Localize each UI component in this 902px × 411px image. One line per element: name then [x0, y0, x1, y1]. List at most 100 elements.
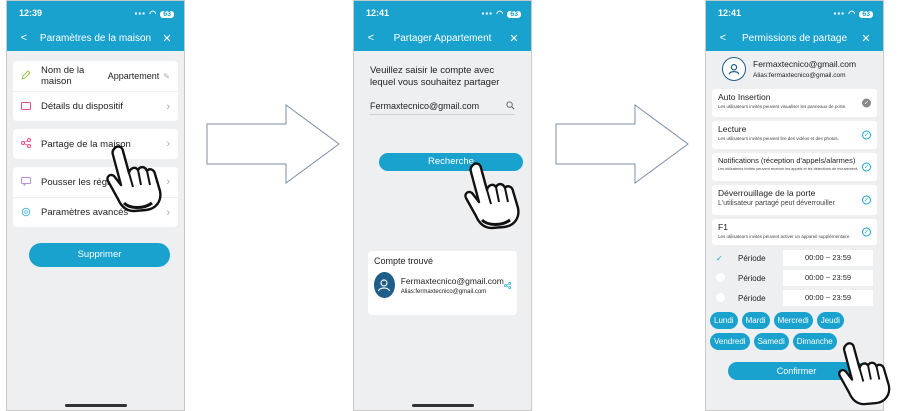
period-label: Période	[738, 273, 766, 283]
permission-f1[interactable]: F1 Les utilisateurs invités peuvent acti…	[712, 219, 877, 245]
signal-wifi-icon: ▪▪▪ ◠	[481, 9, 505, 18]
period-row[interactable]: Période 00:00 ~ 23:59	[712, 288, 877, 308]
message-icon	[21, 176, 35, 188]
permission-desc: Les utilisateurs invités peuvent recevoi…	[718, 167, 859, 171]
page-title: Paramètres de la maison	[39, 32, 152, 44]
battery-icon: 63	[160, 11, 174, 18]
settings-icon	[21, 207, 35, 219]
permission-notifications[interactable]: Notifications (réception d'appels/alarme…	[712, 153, 877, 181]
day-wednesday[interactable]: Mercredi	[773, 312, 813, 329]
shared-user-text: Fermaxtecnico@gmail.com Alias:fermaxtecn…	[753, 59, 856, 79]
status-time: 12:41	[718, 8, 742, 18]
share-icon	[21, 138, 35, 150]
share-prompt: Veuillez saisir le compte avec lequel vo…	[370, 65, 500, 88]
day-tuesday[interactable]: Mardi	[741, 312, 770, 329]
check-disabled-icon: ✓	[862, 98, 871, 108]
period-label: Période	[738, 253, 766, 263]
found-alias: Alias:fermaxtecnico@gmail.com	[400, 288, 487, 295]
permission-title: Auto Insertion	[718, 92, 771, 102]
found-account-text: Fermaxtecnico@gmail.com Alias:fermaxtecn…	[401, 276, 504, 295]
status-bar: 12:41 ▪▪▪ ◠ 63	[354, 1, 531, 25]
back-button[interactable]: <	[716, 32, 730, 44]
home-name-row[interactable]: Nom de la maison Appartement ✎	[13, 61, 178, 91]
close-button[interactable]: ✕	[859, 32, 873, 45]
top-bar: 12:39 ▪▪▪ ◠ 63 < Paramètres de la maison …	[7, 1, 184, 51]
signal-wifi-icon: ▪▪▪ ◠	[134, 9, 158, 18]
arrow-right-icon	[555, 104, 689, 184]
arrow-right-icon	[206, 104, 340, 184]
permission-desc: Les utilisateurs invités peuvent visuali…	[718, 104, 847, 109]
status-bar: 12:39 ▪▪▪ ◠ 63	[7, 1, 184, 25]
close-button[interactable]: ✕	[160, 32, 174, 45]
back-button[interactable]: <	[364, 32, 378, 44]
day-saturday[interactable]: Samedi	[753, 333, 789, 350]
period-time[interactable]: 00:00 ~ 23:59	[783, 270, 873, 286]
delete-button[interactable]: Supprimer	[29, 243, 170, 267]
edit-pencil-icon[interactable]: ✎	[163, 72, 170, 81]
check-icon[interactable]: ✓	[862, 227, 871, 237]
back-button[interactable]: <	[17, 32, 31, 44]
pointing-hand-icon	[838, 342, 891, 406]
shared-user-alias: Alias:fermaxtecnico@gmail.com	[753, 72, 846, 79]
home-indicator	[64, 404, 127, 407]
email-input[interactable]: Fermaxtecnico@gmail.com	[370, 97, 515, 115]
signal-wifi-icon: ▪▪▪ ◠	[833, 9, 857, 18]
device-icon	[21, 101, 35, 112]
device-details-row[interactable]: Détails du dispositif ›	[13, 91, 178, 121]
found-email: Fermaxtecnico@gmail.com	[400, 275, 504, 286]
found-account-row[interactable]: Fermaxtecnico@gmail.com Alias:fermaxtecn…	[374, 272, 511, 298]
home-name-label: Nom de la maison	[41, 65, 85, 87]
period-row[interactable]: Période 00:00 ~ 23:59	[712, 268, 877, 288]
check-icon[interactable]: ✓	[862, 130, 871, 140]
period-time[interactable]: 00:00 ~ 23:59	[783, 250, 873, 266]
period-row[interactable]: ✓ Période 00:00 ~ 23:59	[712, 248, 877, 268]
top-bar: 12:41 ▪▪▪ ◠ 63 < Permissions de partage ✕	[706, 1, 883, 51]
status-icons: ▪▪▪ ◠ 63	[481, 8, 521, 18]
nav-bar: < Paramètres de la maison ✕	[7, 25, 184, 51]
top-bar: 12:41 ▪▪▪ ◠ 63 < Partager Appartement ✕	[354, 1, 531, 51]
shared-user-email: Fermaxtecnico@gmail.com	[753, 59, 857, 69]
status-bar: 12:41 ▪▪▪ ◠ 63	[706, 1, 883, 25]
day-monday[interactable]: Lundi	[710, 312, 738, 329]
status-time: 12:39	[19, 8, 43, 18]
check-icon[interactable]: ✓	[862, 195, 871, 205]
status-icons: ▪▪▪ ◠ 63	[833, 8, 873, 18]
check-icon[interactable]: ✓	[862, 162, 871, 172]
period-check-icon[interactable]: ✓	[716, 254, 738, 263]
permission-title: Lecture	[718, 124, 747, 134]
nav-bar: < Partager Appartement ✕	[354, 25, 531, 51]
day-friday[interactable]: Vendredi	[710, 333, 750, 350]
search-icon[interactable]	[506, 101, 515, 110]
avatar-icon	[722, 57, 746, 81]
permission-desc: Les utilisateurs invités peuvent activer…	[718, 234, 851, 239]
home-indicator	[411, 404, 474, 407]
day-thursday[interactable]: Jeudi	[816, 312, 844, 329]
chevron-right-icon: ›	[166, 100, 170, 113]
permission-title: Déverrouillage de la porte	[718, 188, 816, 198]
period-time[interactable]: 00:00 ~ 23:59	[783, 290, 873, 306]
page-title: Permissions de partage	[741, 32, 848, 44]
permission-auto-insertion[interactable]: Auto Insertion Les utilisateurs invités …	[712, 89, 877, 117]
permission-title: F1	[718, 222, 728, 232]
status-icons: ▪▪▪ ◠ 63	[134, 8, 174, 18]
period-unchecked-icon[interactable]	[716, 292, 738, 304]
avatar-icon	[374, 272, 395, 298]
period-unchecked-icon[interactable]	[716, 272, 738, 284]
battery-icon: 63	[859, 11, 873, 18]
pointing-hand-icon	[106, 145, 162, 213]
permission-door-unlock[interactable]: Déverrouillage de la porte L'utilisateur…	[712, 185, 877, 215]
day-sunday[interactable]: Dimanche	[792, 333, 837, 350]
found-account-card: Compte trouvé Fermaxtecnico@gmail.com Al…	[368, 251, 517, 315]
status-time: 12:41	[366, 8, 390, 18]
email-input-value: Fermaxtecnico@gmail.com	[370, 100, 480, 111]
page-title: Partager Appartement	[393, 32, 492, 44]
permission-lecture[interactable]: Lecture Les utilisateurs invités peuvent…	[712, 121, 877, 149]
share-icon[interactable]	[503, 281, 511, 290]
nav-bar: < Permissions de partage ✕	[706, 25, 883, 51]
pencil-edit-icon	[21, 70, 35, 82]
device-details-label: Détails du dispositif	[41, 101, 123, 112]
settings-card-top: Nom de la maison Appartement ✎ Détails d…	[13, 61, 178, 121]
permission-title: Notifications (réception d'appels/alarme…	[718, 156, 856, 165]
shared-user-header: Fermaxtecnico@gmail.com Alias:fermaxtecn…	[706, 51, 883, 85]
close-button[interactable]: ✕	[507, 32, 521, 45]
